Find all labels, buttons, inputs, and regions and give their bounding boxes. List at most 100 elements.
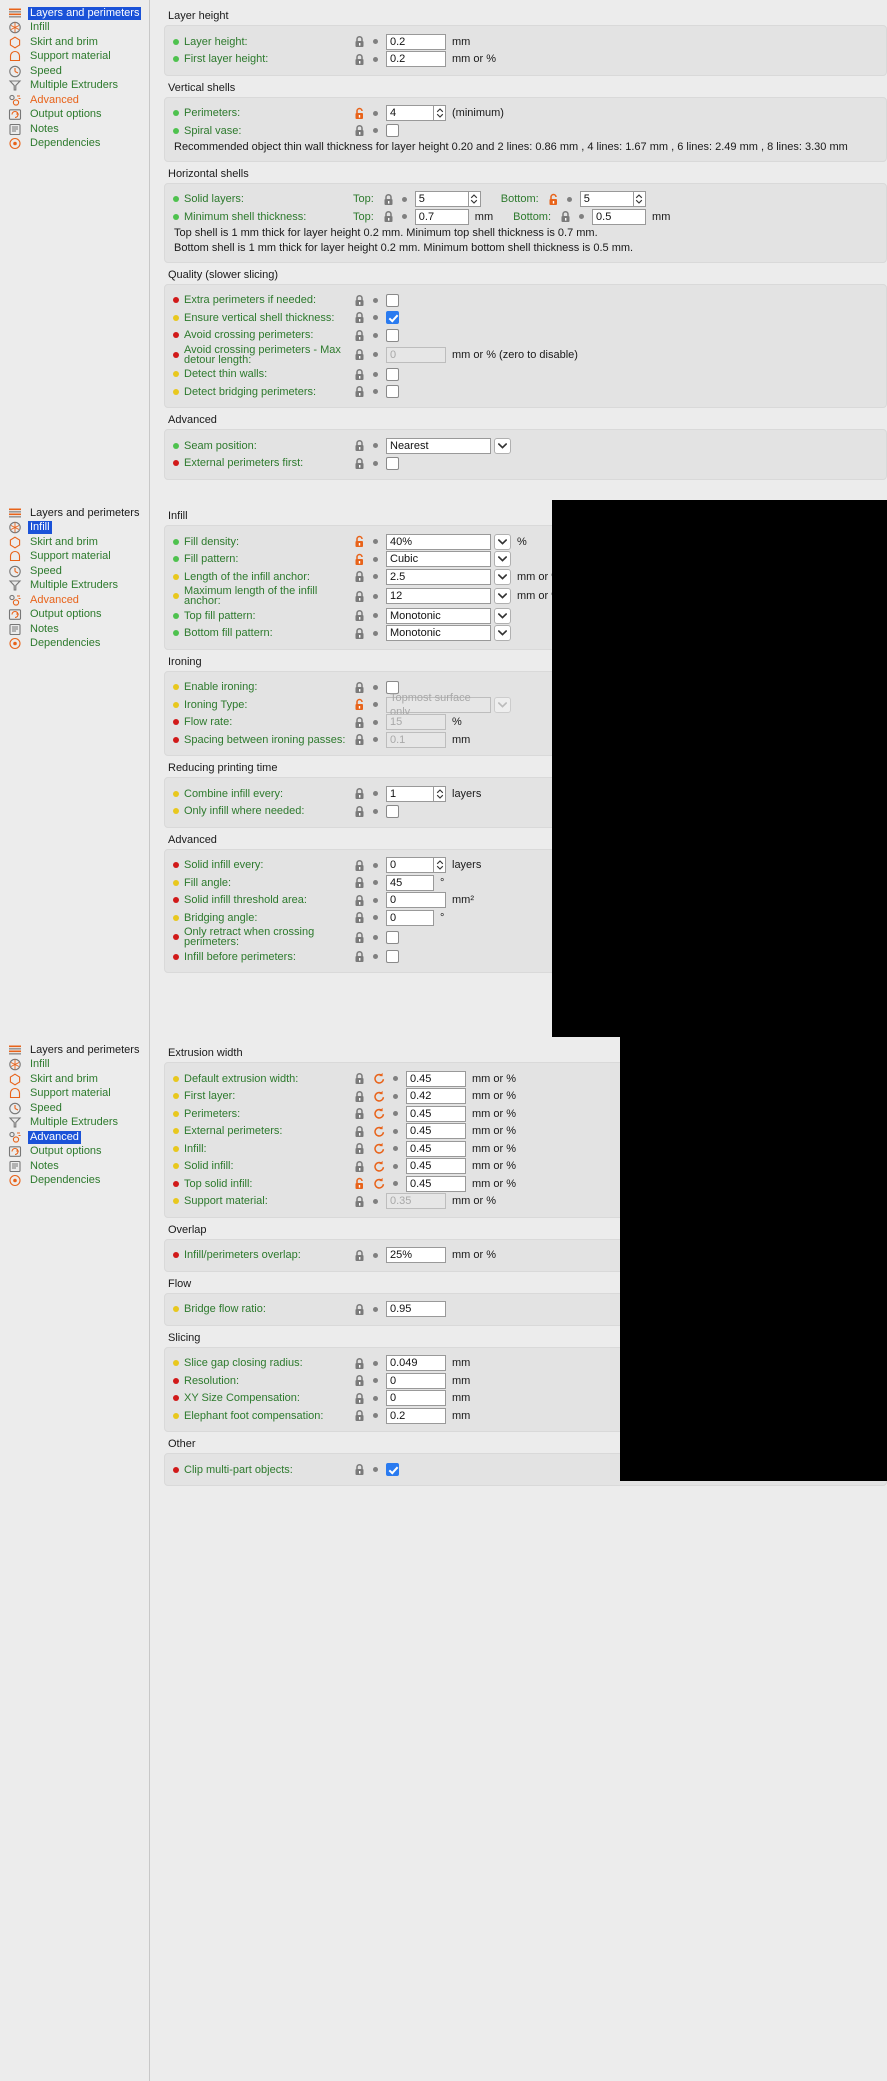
revert-dot[interactable] bbox=[373, 556, 378, 562]
revert-dot[interactable] bbox=[373, 1360, 378, 1366]
sidebar-item-notes[interactable]: Notes bbox=[6, 122, 149, 137]
dropdown-value[interactable]: 12 bbox=[386, 588, 491, 604]
revert-dot[interactable] bbox=[373, 389, 378, 394]
sidebar-item-skirt-and-brim[interactable]: Skirt and brim bbox=[6, 535, 149, 550]
revert-dot[interactable] bbox=[393, 1111, 398, 1116]
revert-dot[interactable] bbox=[393, 1076, 398, 1081]
sidebar-item-output-options[interactable]: Output options bbox=[6, 608, 149, 623]
revert-dot[interactable] bbox=[373, 443, 378, 448]
sidebar-item-skirt-and-brim[interactable]: Skirt and brim bbox=[6, 1072, 149, 1087]
revert-dot[interactable] bbox=[393, 1163, 398, 1169]
revert-dot[interactable] bbox=[373, 56, 378, 62]
dropdown[interactable]: Nearest bbox=[386, 437, 511, 454]
value-input[interactable]: 25% bbox=[386, 1247, 446, 1263]
revert-dot[interactable] bbox=[373, 39, 378, 44]
sidebar-item-advanced[interactable]: Advanced bbox=[6, 593, 149, 608]
revert-dot[interactable] bbox=[373, 791, 378, 796]
dropdown-value[interactable]: Nearest bbox=[386, 437, 491, 454]
revert-dot[interactable] bbox=[373, 128, 378, 133]
dropdown-value[interactable]: 40% bbox=[386, 533, 491, 550]
value-input[interactable]: 45 bbox=[386, 874, 434, 891]
sidebar-item-skirt-and-brim[interactable]: Skirt and brim bbox=[6, 35, 149, 50]
sidebar-item-dependencies[interactable]: Dependencies bbox=[6, 637, 149, 652]
revert-dot[interactable] bbox=[373, 702, 378, 707]
revert-dot[interactable] bbox=[566, 196, 572, 202]
chevron-down-icon[interactable] bbox=[494, 533, 511, 550]
revert-dot[interactable] bbox=[373, 1252, 378, 1258]
top-value-input[interactable]: 5 bbox=[414, 191, 469, 207]
value-input[interactable]: 0.2 bbox=[386, 1407, 446, 1424]
revert-dot[interactable] bbox=[373, 862, 378, 868]
checkbox[interactable] bbox=[386, 1463, 399, 1476]
stepper-buttons[interactable] bbox=[633, 191, 646, 207]
revert-dot[interactable] bbox=[373, 110, 378, 116]
revert-dot[interactable] bbox=[373, 897, 378, 903]
sidebar-item-advanced[interactable]: Advanced bbox=[6, 1130, 149, 1145]
stepper-buttons[interactable] bbox=[468, 191, 481, 207]
dropdown[interactable]: 40% bbox=[386, 533, 511, 550]
chevron-down-icon[interactable] bbox=[494, 588, 511, 604]
revert-dot[interactable] bbox=[373, 613, 378, 618]
revert-dot[interactable] bbox=[373, 737, 378, 742]
sidebar-item-layers-and-perimeters[interactable]: Layers and perimeters bbox=[6, 6, 149, 21]
revert-dot[interactable] bbox=[373, 684, 378, 690]
value-input[interactable]: 0.45 bbox=[406, 1070, 466, 1087]
bottom-value-input[interactable]: 0.5 bbox=[592, 208, 647, 225]
sidebar-item-support-material[interactable]: Support material bbox=[6, 550, 149, 565]
revert-dot[interactable] bbox=[393, 1093, 398, 1099]
dropdown-value[interactable]: 2.5 bbox=[386, 568, 491, 585]
chevron-down-icon[interactable] bbox=[494, 568, 511, 585]
chevron-down-icon[interactable] bbox=[494, 607, 511, 624]
sidebar-item-advanced[interactable]: Advanced bbox=[6, 93, 149, 108]
sidebar-item-speed[interactable]: Speed bbox=[6, 1101, 149, 1116]
revert-dot[interactable] bbox=[373, 1378, 378, 1383]
revert-dot[interactable] bbox=[373, 630, 378, 636]
dropdown[interactable]: Monotonic bbox=[386, 625, 511, 641]
chevron-down-icon[interactable] bbox=[494, 551, 511, 567]
sidebar-item-speed[interactable]: Speed bbox=[6, 64, 149, 79]
value-input[interactable]: 0.35 bbox=[386, 1193, 446, 1209]
revert-dot[interactable] bbox=[373, 719, 378, 725]
value-input[interactable]: 0 bbox=[386, 909, 434, 926]
revert-dot[interactable] bbox=[373, 954, 378, 959]
chevron-down-icon[interactable] bbox=[494, 625, 511, 641]
revert-dot[interactable] bbox=[373, 593, 378, 599]
sidebar-item-layers-and-perimeters[interactable]: Layers and perimeters bbox=[6, 506, 149, 521]
value-input[interactable]: 4 bbox=[386, 105, 434, 121]
value-input[interactable]: 0 bbox=[386, 346, 446, 363]
revert-dot[interactable] bbox=[373, 460, 378, 466]
checkbox[interactable] bbox=[386, 930, 399, 944]
dropdown[interactable]: 12 bbox=[386, 588, 511, 604]
dropdown-value[interactable]: Topmost surface only bbox=[386, 692, 491, 718]
sidebar-item-layers-and-perimeters[interactable]: Layers and perimeters bbox=[6, 1043, 149, 1058]
value-input[interactable]: 0.45 bbox=[406, 1105, 466, 1122]
revert-dot[interactable] bbox=[373, 332, 378, 338]
bottom-value-input[interactable]: 5 bbox=[579, 191, 634, 207]
revert-dot[interactable] bbox=[373, 371, 378, 377]
dropdown[interactable]: Topmost surface only bbox=[386, 692, 511, 718]
value-input[interactable]: 1 bbox=[386, 785, 434, 802]
sidebar-item-notes[interactable]: Notes bbox=[6, 622, 149, 637]
dropdown[interactable]: Cubic bbox=[386, 551, 511, 567]
value-input[interactable]: 0.42 bbox=[406, 1088, 466, 1104]
revert-dot[interactable] bbox=[401, 196, 407, 202]
dropdown-value[interactable]: Cubic bbox=[386, 551, 491, 567]
dropdown-value[interactable]: Monotonic bbox=[386, 625, 491, 641]
revert-dot[interactable] bbox=[373, 880, 378, 885]
revert-dot[interactable] bbox=[373, 1306, 378, 1312]
revert-dot[interactable] bbox=[373, 1198, 378, 1204]
checkbox[interactable] bbox=[386, 804, 399, 818]
stepper-buttons[interactable] bbox=[434, 785, 446, 802]
revert-dot[interactable] bbox=[373, 1395, 378, 1401]
revert-dot[interactable] bbox=[373, 915, 378, 920]
revert-dot[interactable] bbox=[393, 1146, 398, 1151]
revert-dot[interactable] bbox=[401, 214, 407, 219]
sidebar-item-dependencies[interactable]: Dependencies bbox=[6, 137, 149, 152]
revert-dot[interactable] bbox=[579, 214, 585, 219]
revert-dot[interactable] bbox=[373, 1413, 378, 1418]
sidebar-item-multiple-extruders[interactable]: Multiple Extruders bbox=[6, 79, 149, 94]
dropdown-value[interactable]: Monotonic bbox=[386, 607, 491, 624]
revert-dot[interactable] bbox=[373, 808, 378, 814]
checkbox[interactable] bbox=[386, 950, 399, 963]
checkbox[interactable] bbox=[386, 385, 399, 398]
